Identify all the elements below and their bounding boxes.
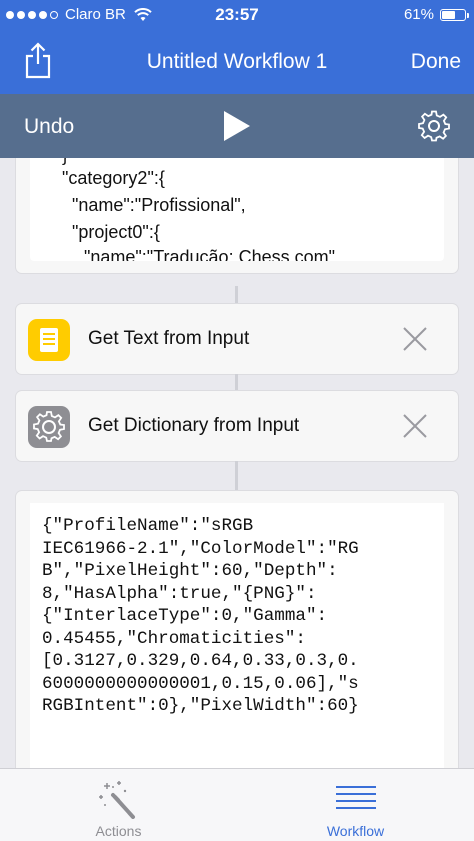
page-title: Untitled Workflow 1: [146, 50, 328, 73]
result-line: IEC61966-2.1","ColorModel":"RG: [42, 538, 359, 559]
result-line: RGBIntent":0},"PixelWidth":60}: [42, 696, 359, 716]
nav-bar: Untitled Workflow 1 Done: [0, 30, 474, 94]
text-field[interactable]: } "category2":{ "name":"Profissional", "…: [30, 158, 444, 261]
close-icon[interactable]: [402, 413, 428, 439]
tab-label: Actions: [95, 823, 142, 839]
tab-workflow[interactable]: Workflow: [237, 769, 474, 841]
connector-line: [235, 286, 238, 306]
result-line: 8,"HasAlpha":true,"{PNG}":: [42, 583, 317, 604]
undo-button[interactable]: Undo: [24, 115, 74, 139]
action-card-get-text[interactable]: Get Text from Input: [16, 304, 458, 374]
magic-wand-icon: [99, 781, 135, 819]
battery-level: [442, 10, 455, 19]
workflow-content[interactable]: } "category2":{ "name":"Profissional", "…: [0, 158, 474, 768]
text-line: }: [62, 158, 68, 166]
result-line: 6000000000000001,0.15,0.06],"s: [42, 673, 359, 694]
result-output[interactable]: {"ProfileName":"sRGB IEC61966-2.1","Colo…: [30, 503, 444, 768]
result-line: 0.45455,"Chromaticities":: [42, 628, 306, 649]
gear-icon: [28, 406, 70, 448]
result-line: {"ProfileName":"sRGB: [42, 516, 254, 536]
tab-bar: Actions Workflow: [0, 768, 474, 841]
battery-percent: 61%: [403, 6, 434, 23]
list-icon: [336, 786, 376, 809]
workflow-toolbar: Undo: [0, 94, 474, 158]
status-time: 23:57: [215, 5, 259, 24]
connector-line: [235, 374, 238, 392]
action-title: Get Text from Input: [88, 328, 250, 349]
result-line: {"InterlaceType":0,"Gamma":: [42, 606, 328, 626]
action-title: Get Dictionary from Input: [88, 415, 300, 436]
result-line: B","PixelHeight":60,"Depth":: [42, 561, 338, 581]
tab-label: Workflow: [326, 823, 385, 839]
action-card-get-dictionary[interactable]: Get Dictionary from Input: [16, 391, 458, 461]
settings-gear-icon[interactable]: [418, 110, 450, 142]
result-line: [0.3127,0.329,0.64,0.33,0.3,0.: [42, 651, 359, 671]
tab-actions[interactable]: Actions: [0, 769, 237, 841]
result-card: {"ProfileName":"sRGB IEC61966-2.1","Colo…: [16, 491, 458, 768]
status-right: 61%: [403, 6, 469, 23]
play-icon[interactable]: [222, 110, 252, 142]
connector-line: [235, 461, 238, 493]
text-line: "project0":{: [72, 222, 160, 242]
text-action-card: } "category2":{ "name":"Profissional", "…: [16, 158, 458, 273]
done-button[interactable]: Done: [411, 50, 461, 74]
close-icon[interactable]: [402, 326, 428, 352]
status-bar: Claro BR 23:57 61%: [0, 0, 474, 30]
text-line: "name":"Profissional",: [72, 195, 246, 215]
text-line: "category2":{: [62, 168, 165, 188]
battery-icon: [440, 8, 469, 21]
text-line: "name":"Tradução: Chess.com",: [84, 247, 340, 261]
text-document-icon: [28, 319, 70, 361]
